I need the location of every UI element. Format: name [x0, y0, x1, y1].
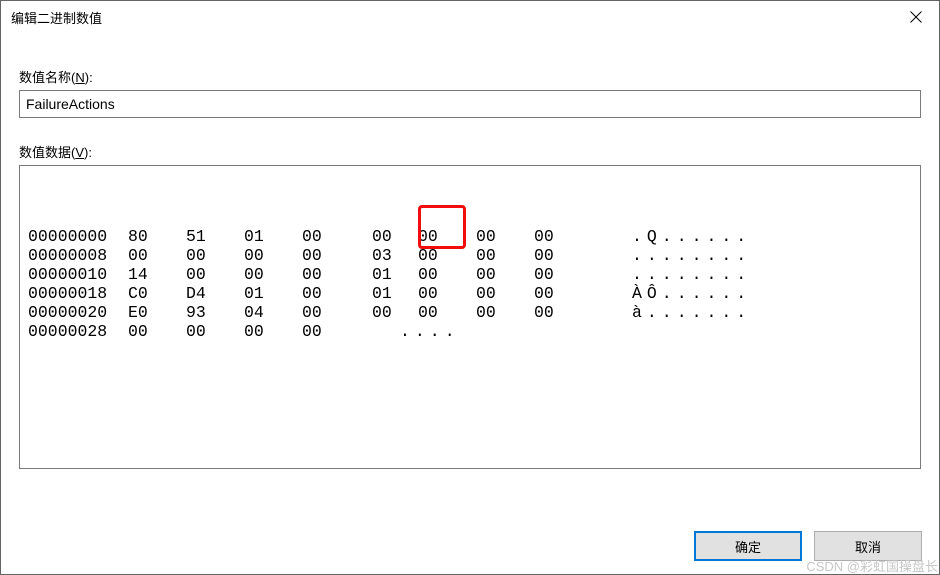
hex-byte[interactable]: 04 — [244, 303, 302, 322]
hex-ascii: .... — [400, 322, 460, 341]
hex-row: 000000080000000003000000........ — [28, 246, 912, 265]
hex-byte[interactable]: 00 — [534, 265, 592, 284]
hex-ascii: ÀÔ...... — [632, 284, 751, 303]
hex-byte[interactable]: 00 — [128, 322, 186, 341]
hex-ascii: .Q...... — [632, 227, 751, 246]
hex-ascii: ........ — [632, 246, 751, 265]
hex-ascii: ........ — [632, 265, 751, 284]
hex-byte[interactable]: D4 — [186, 284, 244, 303]
dialog-title: 编辑二进制数值 — [11, 8, 102, 27]
hex-byte[interactable]: 00 — [186, 322, 244, 341]
hex-offset: 00000028 — [28, 322, 128, 341]
hex-byte[interactable]: 00 — [418, 284, 476, 303]
hex-byte[interactable]: 00 — [186, 265, 244, 284]
hex-byte[interactable]: 00 — [476, 246, 534, 265]
hex-byte[interactable]: 00 — [534, 227, 592, 246]
hex-byte[interactable]: 00 — [302, 246, 360, 265]
hex-ascii: à....... — [632, 303, 751, 322]
hex-byte[interactable]: 80 — [128, 227, 186, 246]
hex-byte[interactable]: 00 — [244, 322, 302, 341]
hex-byte[interactable]: 00 — [476, 303, 534, 322]
hex-byte[interactable]: 00 — [534, 284, 592, 303]
hex-byte[interactable]: 00 — [476, 284, 534, 303]
hex-byte[interactable]: 01 — [360, 284, 418, 303]
hex-byte[interactable]: 03 — [360, 246, 418, 265]
hex-byte[interactable]: 00 — [418, 246, 476, 265]
hex-editor[interactable]: 000000008051010000000000.Q......00000008… — [19, 165, 921, 469]
hex-row: 0000002800000000.... — [28, 322, 912, 341]
hex-byte[interactable]: 00 — [476, 265, 534, 284]
hex-byte[interactable]: 00 — [476, 227, 534, 246]
hex-byte[interactable]: 00 — [244, 265, 302, 284]
hex-byte[interactable]: 00 — [128, 246, 186, 265]
button-row: 确定 取消 — [694, 531, 922, 561]
hex-bytes: 1400000001000000 — [128, 265, 592, 284]
hex-byte[interactable]: C0 — [128, 284, 186, 303]
hex-byte[interactable]: 00 — [302, 322, 360, 341]
hex-byte[interactable]: 00 — [302, 284, 360, 303]
title-bar: 编辑二进制数值 — [1, 1, 939, 33]
value-name-input[interactable] — [19, 90, 921, 118]
hex-bytes: 0000000003000000 — [128, 246, 592, 265]
hex-byte[interactable]: 01 — [360, 265, 418, 284]
hex-offset: 00000010 — [28, 265, 128, 284]
value-data-label: 数值数据(V): — [19, 142, 921, 161]
hex-byte[interactable]: 00 — [534, 303, 592, 322]
cancel-button[interactable]: 取消 — [814, 531, 922, 561]
hex-row: 000000101400000001000000........ — [28, 265, 912, 284]
dialog-window: 编辑二进制数值 数值名称(N): 数值数据(V): 00000000805101… — [0, 0, 940, 575]
hex-byte[interactable]: 00 — [302, 265, 360, 284]
close-icon — [910, 11, 922, 23]
hex-byte[interactable]: 00 — [302, 227, 360, 246]
value-name-label: 数值名称(N): — [19, 67, 921, 86]
close-button[interactable] — [893, 1, 939, 33]
hex-byte[interactable]: 00 — [418, 303, 476, 322]
hex-byte[interactable]: 14 — [128, 265, 186, 284]
hex-byte[interactable]: 00 — [244, 246, 302, 265]
dialog-content: 数值名称(N): 数值数据(V): 0000000080510100000000… — [1, 33, 939, 469]
hex-byte[interactable]: 00 — [418, 227, 476, 246]
hex-offset: 00000018 — [28, 284, 128, 303]
ok-button[interactable]: 确定 — [694, 531, 802, 561]
hex-offset: 00000008 — [28, 246, 128, 265]
hex-byte[interactable]: 00 — [302, 303, 360, 322]
hex-byte[interactable]: 00 — [418, 265, 476, 284]
hex-byte[interactable]: 01 — [244, 227, 302, 246]
hex-row: 000000008051010000000000.Q...... — [28, 227, 912, 246]
hex-byte[interactable]: 01 — [244, 284, 302, 303]
hex-byte[interactable]: 51 — [186, 227, 244, 246]
hex-bytes: C0D4010001000000 — [128, 284, 592, 303]
hex-byte[interactable]: 00 — [360, 303, 418, 322]
hex-row: 00000020E093040000000000à....... — [28, 303, 912, 322]
hex-offset: 00000020 — [28, 303, 128, 322]
hex-bytes: 00000000 — [128, 322, 360, 341]
hex-byte[interactable]: 93 — [186, 303, 244, 322]
hex-offset: 00000000 — [28, 227, 128, 246]
hex-bytes: 8051010000000000 — [128, 227, 592, 246]
hex-byte[interactable]: 00 — [360, 227, 418, 246]
hex-byte[interactable]: 00 — [186, 246, 244, 265]
hex-bytes: E093040000000000 — [128, 303, 592, 322]
hex-row: 00000018C0D4010001000000ÀÔ...... — [28, 284, 912, 303]
hex-byte[interactable]: 00 — [534, 246, 592, 265]
hex-byte[interactable]: E0 — [128, 303, 186, 322]
